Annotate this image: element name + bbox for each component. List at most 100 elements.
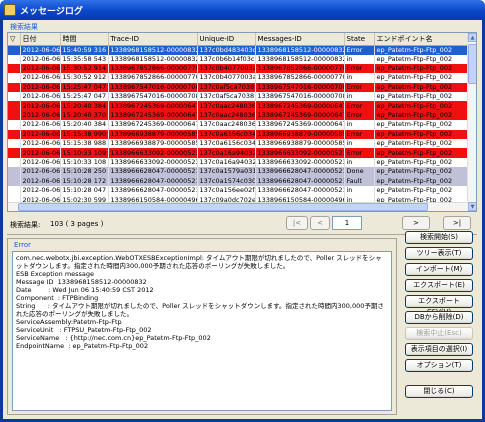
table-row[interactable]: 2012-06-06 15:10:33 108 1338966633092-0000… xyxy=(8,157,469,168)
table-cell: 137c0bd483403d xyxy=(197,45,256,55)
client-area: 検索結果 ▽ 日付 時間 Trace-ID Unique-ID Messages-ID St… xyxy=(3,20,482,419)
scroll-up-icon[interactable]: ▲ xyxy=(468,33,476,42)
table-cell: 15:10:28 250 xyxy=(60,167,109,177)
table-cell: ep_Patetm-Ftp-Ftp_002 xyxy=(374,101,469,111)
table-row[interactable]: 2012-06-06 15:30:52 912 1338967852866-0000… xyxy=(8,73,469,83)
options-button[interactable]: オプション(T) xyxy=(405,359,473,372)
messages-id-column-header[interactable]: Messages-ID xyxy=(255,33,345,46)
message-log-window: メッセージログ 検索結果 ▽ 日付 時間 Trace-ID Unique-ID Messa… xyxy=(0,0,485,422)
table-cell: ep_Patetm-Ftp-Ftp_002 xyxy=(374,82,469,93)
table-cell: 137c0a1579a031 xyxy=(197,167,256,177)
table-cell: 2012-06-06 xyxy=(20,54,61,64)
table-cell: 137c0a6156c034 xyxy=(197,139,256,149)
table-cell: in xyxy=(344,120,375,130)
table-cell: 1338966633092-00000523 xyxy=(108,148,198,158)
date-column-header[interactable]: 日付 xyxy=(20,33,61,46)
table-cell: 2012-06-06 xyxy=(20,110,61,121)
state-column-header[interactable]: State xyxy=(344,33,375,46)
table-cell: 1338967547016-00000708 xyxy=(108,82,198,93)
vertical-scrollbar[interactable]: ▲ ▼ xyxy=(467,33,476,211)
time-column-header[interactable]: 時間 xyxy=(60,33,109,46)
table-row[interactable]: 2012-06-06 15:40:59 316 1338968158512-0000… xyxy=(8,45,469,55)
table-cell xyxy=(8,101,21,111)
table-row[interactable]: 2012-06-06 15:10:28 172 1338966628047-0000… xyxy=(8,176,469,186)
table-row[interactable]: 2012-06-06 15:10:33 109 1338966633092-0000… xyxy=(8,148,469,158)
table-cell: 2012-06-06 xyxy=(20,92,61,102)
unique-id-column-header[interactable]: Unique-ID xyxy=(197,33,256,46)
table-cell: 1338968158512-00000832 xyxy=(108,54,198,64)
table-cell: ep_Patetm-Ftp-Ftp_002 xyxy=(374,129,469,140)
table-cell: 15:25:47 047 xyxy=(60,92,109,102)
table-cell: 1338967547016-00000708 xyxy=(255,82,345,93)
table-row[interactable]: 2012-06-06 15:30:52 914 1338967852866-0000… xyxy=(8,63,469,74)
import-button[interactable]: インポート(M) xyxy=(405,263,473,276)
table-cell: 15:20:40 384 xyxy=(60,120,109,130)
table-row[interactable]: 2012-06-06 15:10:28 250 1338966628047-0000… xyxy=(8,167,469,177)
table-cell: 2012-06-06 xyxy=(20,45,61,55)
export-csv-button[interactable]: エクスポートCSV(V) xyxy=(405,295,473,316)
sort-column-header[interactable]: ▽ xyxy=(8,33,21,46)
horizontal-scrollbar[interactable] xyxy=(8,202,468,211)
table-cell: in xyxy=(344,92,375,102)
last-page-button[interactable]: >| xyxy=(443,216,471,230)
display-items-button[interactable]: 表示項目の選択(I) xyxy=(405,343,473,356)
first-page-button[interactable]: |< xyxy=(286,216,308,230)
table-cell: ep_Patetm-Ftp-Ftp_002 xyxy=(374,110,469,121)
table-row[interactable]: 2012-06-06 15:20:40 384 1338967245369-0000… xyxy=(8,101,469,111)
table-cell: 2012-06-06 xyxy=(20,120,61,130)
horizontal-scroll-thumb[interactable] xyxy=(18,203,428,211)
search-start-button[interactable]: 検索開始(S) xyxy=(405,231,473,244)
table-cell: 137c0a16a94032 xyxy=(197,157,256,168)
detail-text-area[interactable]: com.nec.webotx.jbi.exception.WebOTXESBEx… xyxy=(12,251,392,411)
table-cell: 1338966633092-00000523 xyxy=(255,157,345,168)
table-cell: 137c0a1574c030 xyxy=(197,176,256,186)
table-cell: 1338968158512-00000832 xyxy=(255,45,345,55)
table-row[interactable]: 2012-06-06 15:25:47 047 1338967547016-0000… xyxy=(8,82,469,93)
table-cell: ep_Patetm-Ftp-Ftp_002 xyxy=(374,148,469,158)
export-button[interactable]: エクスポート(E) xyxy=(405,279,473,292)
tree-view-button[interactable]: ツリー表示(T) xyxy=(405,247,473,260)
table-cell: 15:25:47 047 xyxy=(60,82,109,93)
scroll-down-icon[interactable]: ▼ xyxy=(468,202,476,211)
table-cell: 2012-06-06 xyxy=(20,176,61,186)
table-cell xyxy=(8,54,21,64)
endpoint-column-header[interactable]: エンドポイント名 xyxy=(374,33,469,46)
table-cell: 15:40:59 316 xyxy=(60,45,109,55)
table-row[interactable]: 2012-06-06 15:35:58 543 1338968158512-0000… xyxy=(8,54,469,64)
table-row[interactable]: 2012-06-06 15:25:47 047 1338967547016-0000… xyxy=(8,92,469,102)
table-cell: 1338966628047-00000521 xyxy=(255,167,345,177)
results-grid[interactable]: ▽ 日付 時間 Trace-ID Unique-ID Messages-ID State エン… xyxy=(7,32,477,212)
detail-group: Error com.nec.webotx.jbi.exception.WebOT… xyxy=(7,238,397,415)
table-row[interactable]: 2012-06-06 15:20:40 370 1338967245369-0000… xyxy=(8,110,469,121)
vertical-scroll-thumb[interactable] xyxy=(468,44,476,84)
table-cell xyxy=(8,92,21,102)
table-cell: Error xyxy=(344,45,375,55)
table-cell: 2012-06-06 xyxy=(20,101,61,111)
table-row[interactable]: 2012-06-06 15:20:40 384 1338967245369-0000… xyxy=(8,120,469,130)
search-abort-button[interactable]: 検索中止(Esc) xyxy=(405,327,473,340)
trace-id-column-header[interactable]: Trace-ID xyxy=(108,33,198,46)
db-delete-button[interactable]: DBから削除(D) xyxy=(405,311,473,324)
table-cell: 15:20:40 370 xyxy=(60,110,109,121)
table-row[interactable]: 2012-06-06 15:15:38 988 1338966938879-0000… xyxy=(8,139,469,149)
next-page-button[interactable]: > xyxy=(402,216,430,230)
table-cell: ep_Patetm-Ftp-Ftp_002 xyxy=(374,139,469,149)
app-icon xyxy=(4,4,16,16)
table-cell: 15:15:38 990 xyxy=(60,129,109,140)
results-section-label: 検索結果 xyxy=(10,23,38,31)
table-cell: 15:10:33 108 xyxy=(60,157,109,168)
page-number-field[interactable]: 1 xyxy=(332,216,362,230)
close-button[interactable]: 閉じる(C) xyxy=(405,385,473,398)
table-row[interactable]: 2012-06-06 15:15:38 990 1338966938879-0000… xyxy=(8,129,469,140)
table-cell: 1338967245369-00000647 xyxy=(108,101,198,111)
table-cell: 1338968158512-00000832 xyxy=(108,45,198,55)
table-cell: Fault xyxy=(344,176,375,186)
table-cell: 137c0b6b14f03c xyxy=(197,54,256,64)
table-row[interactable]: 2012-06-06 15:10:28 047 1338966628047-0000… xyxy=(8,185,469,196)
prev-page-button[interactable]: < xyxy=(310,216,330,230)
table-cell: 1338967852866-00000770 xyxy=(108,63,198,74)
table-cell: Error xyxy=(344,148,375,158)
table-cell: 137c0a156ee02f xyxy=(197,185,256,196)
table-cell: 1338967245369-00000647 xyxy=(255,120,345,130)
table-cell: 15:10:33 109 xyxy=(60,148,109,158)
